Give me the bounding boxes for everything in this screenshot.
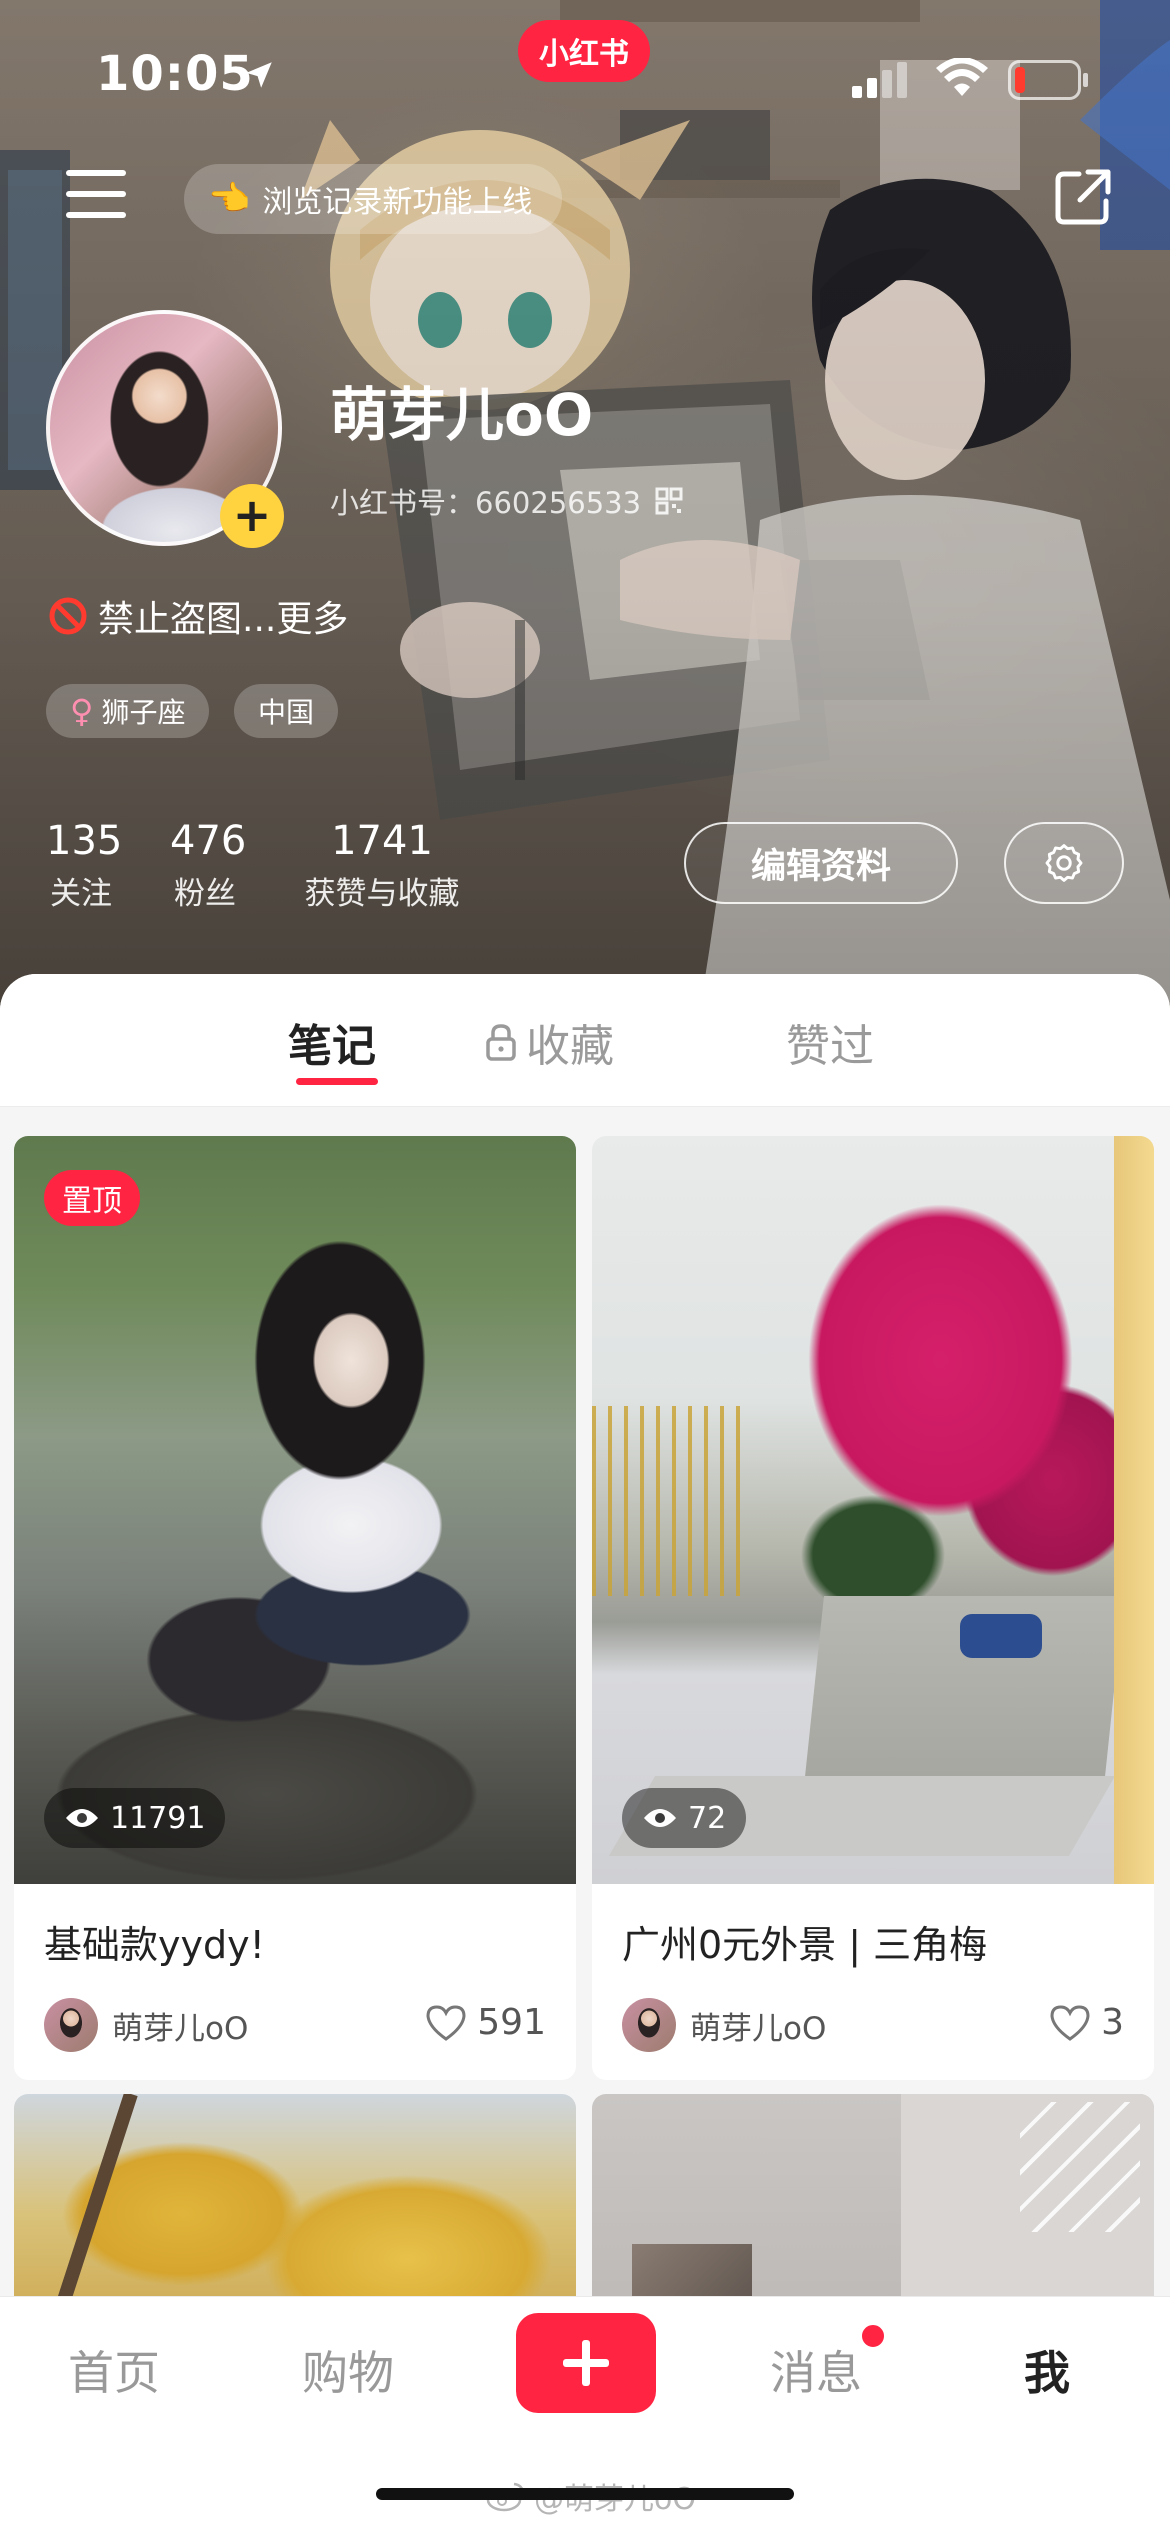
- nav-shop[interactable]: 购物: [302, 2337, 394, 2403]
- notice-text: 浏览记录新功能上线: [262, 185, 533, 220]
- eye-icon: [644, 1809, 676, 1827]
- tag-zodiac: ♀ 狮子座: [46, 684, 210, 738]
- note-card[interactable]: 72 广州0元外景 | 三角梅 萌芽儿oO 3: [592, 1136, 1154, 2080]
- settings-button[interactable]: [1004, 822, 1124, 904]
- author-name: 萌芽儿oO: [112, 2010, 249, 2047]
- nav-messages[interactable]: 消息: [770, 2337, 862, 2403]
- view-count: 11791: [44, 1788, 226, 1848]
- stat-fans[interactable]: 476 粉丝: [170, 818, 247, 914]
- pinned-badge: 置顶: [44, 1170, 140, 1226]
- lock-icon: [486, 1024, 516, 1061]
- note-title: 基础款yydy!: [44, 1923, 265, 1967]
- plus-icon: [563, 2340, 609, 2386]
- tag-zodiac-label: 狮子座: [101, 696, 186, 729]
- like-count: 3: [1101, 2002, 1124, 2043]
- profile-nickname: 萌芽儿oO: [330, 381, 594, 449]
- location-arrow-icon: [246, 62, 272, 88]
- profile-user-id: 小红书号：660256533: [330, 480, 683, 522]
- note-author[interactable]: 萌芽儿oO: [44, 1998, 248, 2052]
- active-tab-indicator: [296, 1078, 378, 1085]
- wall-detail: [1114, 1136, 1154, 1884]
- tab-collections-label: 收藏: [526, 1021, 614, 1072]
- tab-liked-label: 赞过: [786, 1021, 874, 1072]
- profile-screen: 10:05 小红书 👈 浏览记录新功能上线 + 萌芽儿oO 小红书号：66025…: [0, 0, 1170, 2532]
- prohibited-icon: [49, 597, 87, 635]
- view-count: 72: [622, 1788, 747, 1848]
- cellular-signal-icon: [852, 62, 907, 98]
- qr-code-icon[interactable]: [655, 487, 683, 515]
- fence-detail: [592, 1406, 752, 1596]
- publish-button[interactable]: [516, 2313, 656, 2413]
- bag-detail: [960, 1614, 1042, 1658]
- tag-region-label: 中国: [258, 696, 315, 729]
- app-badge: 小红书: [518, 20, 650, 82]
- edit-profile-button[interactable]: 编辑资料: [684, 822, 958, 904]
- likes-count: 1741: [331, 818, 433, 864]
- eye-icon: [66, 1809, 98, 1827]
- view-count-value: 72: [688, 1800, 727, 1836]
- author-name: 萌芽儿oO: [690, 2010, 827, 2047]
- pointing-hand-icon: 👈: [208, 179, 251, 219]
- tag-region: 中国: [234, 684, 339, 738]
- heart-icon: [1050, 2004, 1090, 2041]
- fans-label: 粉丝: [174, 876, 236, 912]
- author-avatar: [622, 1998, 676, 2052]
- stat-following[interactable]: 135 关注: [46, 818, 123, 914]
- author-avatar: [44, 1998, 98, 2052]
- notice-banner[interactable]: 👈 浏览记录新功能上线: [184, 164, 563, 234]
- note-author[interactable]: 萌芽儿oO: [622, 1998, 826, 2052]
- profile-header: 10:05 小红书 👈 浏览记录新功能上线 + 萌芽儿oO 小红书号：66025…: [0, 0, 1170, 1010]
- tab-collections[interactable]: 收藏: [484, 1010, 614, 1074]
- view-count-value: 11791: [110, 1800, 206, 1836]
- wifi-icon: [936, 58, 988, 96]
- menu-icon[interactable]: [66, 170, 128, 220]
- battery-low-icon: [1008, 60, 1088, 100]
- tab-liked[interactable]: 赞过: [786, 1010, 874, 1074]
- stat-likes-collections[interactable]: 1741 获赞与收藏: [298, 818, 466, 914]
- profile-bio[interactable]: 禁止盗图...更多: [48, 590, 348, 642]
- female-icon: ♀: [70, 692, 94, 730]
- like-button[interactable]: 591: [425, 2002, 546, 2043]
- home-indicator[interactable]: [376, 2488, 794, 2500]
- bio-text: 禁止盗图...更多: [98, 599, 349, 640]
- add-avatar-button[interactable]: +: [220, 484, 284, 548]
- note-title: 广州0元外景 | 三角梅: [622, 1923, 988, 1967]
- nav-home[interactable]: 首页: [68, 2337, 160, 2403]
- note-card[interactable]: 置顶 11791 基础款yydy! 萌芽儿oO 591: [14, 1136, 576, 2080]
- heart-icon: [426, 2004, 466, 2041]
- unread-dot: [860, 2323, 886, 2349]
- gear-icon: [1045, 844, 1083, 882]
- profile-tabs: 笔记 收藏 赞过: [0, 974, 1170, 1107]
- like-count: 591: [477, 2002, 546, 2043]
- following-label: 关注: [50, 876, 112, 912]
- user-id-label: 小红书号：660256533: [330, 486, 642, 520]
- share-icon[interactable]: [1052, 166, 1114, 228]
- status-time: 10:05: [96, 46, 254, 102]
- note-cover-image: 置顶 11791: [14, 1136, 576, 1884]
- note-cover-image: 72: [592, 1136, 1154, 1884]
- lights-detail: [1020, 2102, 1140, 2232]
- like-button[interactable]: 3: [1049, 2002, 1124, 2043]
- nav-me[interactable]: 我: [1024, 2337, 1070, 2403]
- likes-label: 获赞与收藏: [304, 876, 460, 912]
- fans-count: 476: [170, 818, 247, 864]
- tab-notes[interactable]: 笔记: [288, 1010, 376, 1074]
- tab-notes-label: 笔记: [288, 1021, 376, 1072]
- following-count: 135: [46, 818, 123, 864]
